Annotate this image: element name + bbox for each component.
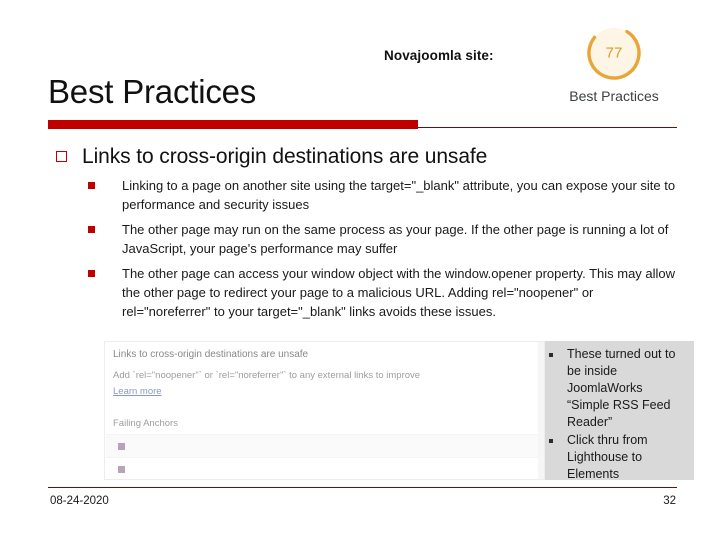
sub-bullet-text: The other page may run on the same proce… bbox=[122, 222, 669, 256]
sub-bullet-text: Linking to a page on another site using … bbox=[122, 178, 676, 212]
learn-more-link[interactable]: Learn more bbox=[113, 386, 162, 397]
square-bullet-icon bbox=[549, 439, 553, 443]
score-value: 77 bbox=[605, 44, 623, 62]
main-bullet: Links to cross-origin destinations are u… bbox=[56, 144, 676, 170]
footer-date: 08-24-2020 bbox=[50, 495, 109, 507]
slide-canvas: { "header": { "kicker": "Novajoomla site… bbox=[0, 0, 720, 540]
score-category-label: Best Practices bbox=[569, 88, 659, 104]
main-bullet-text: Links to cross-origin destinations are u… bbox=[82, 145, 488, 168]
title-divider-bar bbox=[48, 120, 418, 129]
solid-square-bullet-icon bbox=[88, 226, 95, 233]
anchor-icon bbox=[118, 443, 125, 450]
list-item: Click thru from Lighthouse to Elements bbox=[549, 432, 688, 483]
table-row bbox=[106, 434, 544, 457]
footer-divider bbox=[48, 487, 677, 488]
audit-title: Links to cross-origin destinations are u… bbox=[113, 349, 309, 360]
list-item: The other page may run on the same proce… bbox=[88, 220, 682, 258]
note-text: Click thru from Lighthouse to Elements bbox=[567, 433, 648, 481]
scrollbar[interactable] bbox=[538, 342, 544, 479]
solid-square-bullet-icon bbox=[88, 182, 95, 189]
anchor-icon bbox=[118, 466, 125, 473]
solid-square-bullet-icon bbox=[88, 270, 95, 277]
list-item: The other page can access your window ob… bbox=[88, 264, 682, 321]
footer-page-number: 32 bbox=[663, 495, 676, 507]
audit-description: Add `rel="noopener"` or `rel="noreferrer… bbox=[113, 370, 421, 381]
lighthouse-score-card: 77 Best Practices bbox=[552, 16, 676, 115]
notes-panel: These turned out to be inside JoomlaWork… bbox=[545, 341, 694, 483]
failing-anchors-heading: Failing Anchors bbox=[113, 418, 178, 429]
site-kicker: Novajoomla site: bbox=[384, 48, 494, 63]
score-gauge-icon: 77 bbox=[583, 22, 645, 84]
hollow-square-bullet-icon bbox=[56, 151, 67, 162]
lighthouse-audit-screenshot: Links to cross-origin destinations are u… bbox=[104, 341, 545, 480]
list-item: These turned out to be inside JoomlaWork… bbox=[549, 346, 688, 431]
list-item: Linking to a page on another site using … bbox=[88, 176, 682, 214]
square-bullet-icon bbox=[549, 353, 553, 357]
note-text: These turned out to be inside JoomlaWork… bbox=[567, 347, 676, 429]
sub-bullet-text: The other page can access your window ob… bbox=[122, 266, 676, 319]
table-row bbox=[106, 457, 544, 479]
page-title: Best Practices bbox=[48, 73, 257, 110]
sub-bullet-list: Linking to a page on another site using … bbox=[88, 176, 682, 327]
